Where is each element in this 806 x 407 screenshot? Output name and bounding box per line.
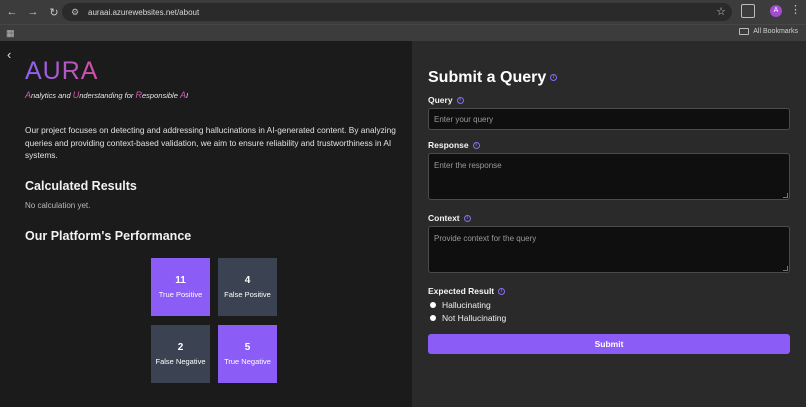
form-title-text: Submit a Query — [428, 69, 547, 86]
info-icon[interactable]: i — [472, 142, 480, 150]
query-label: Query i — [428, 95, 464, 105]
bookmarks-bar: ▦ All Bookmarks — [0, 24, 806, 41]
radio-hallucinating[interactable]: Hallucinating — [430, 300, 491, 310]
radio-label: Hallucinating — [442, 300, 491, 310]
radio-label: Not Hallucinating — [442, 313, 507, 323]
query-label-text: Query — [428, 95, 453, 105]
resize-handle-icon[interactable] — [783, 193, 788, 198]
tagline-word: nalytics and — [31, 91, 73, 100]
radio-not-hallucinating[interactable]: Not Hallucinating — [430, 313, 506, 323]
metric-value: 5 — [244, 342, 251, 353]
metric-tile-false-negative: 2 False Negative — [151, 325, 210, 383]
query-input[interactable]: Enter your query — [428, 108, 790, 130]
context-placeholder: Provide context for the query — [434, 234, 537, 243]
expected-label-text: Expected Result — [428, 286, 495, 296]
tagline-word: esponsible — [142, 91, 180, 100]
about-panel: ‹ AURA Analytics and Understanding for R… — [0, 41, 412, 407]
performance-heading: Our Platform's Performance — [25, 229, 192, 243]
info-icon[interactable]: i — [498, 288, 506, 296]
browser-menu-icon[interactable]: ⋮ — [790, 3, 801, 16]
tagline-word: I — [185, 91, 189, 100]
metric-value: 2 — [177, 342, 184, 353]
info-icon[interactable]: i — [456, 97, 464, 105]
query-placeholder: Enter your query — [434, 115, 494, 124]
all-bookmarks-label: All Bookmarks — [753, 28, 798, 35]
avatar[interactable]: A — [770, 5, 782, 17]
tagline-word: nderstanding for — [79, 91, 136, 100]
results-heading: Calculated Results — [25, 179, 137, 193]
radio-button[interactable] — [430, 315, 436, 321]
apps-grid-icon[interactable]: ▦ — [6, 28, 15, 39]
metric-value: 11 — [175, 275, 186, 286]
browser-toolbar: ← → ↻ ⚙ auraai.azurewebsites.net/about ☆… — [0, 0, 806, 24]
response-textarea[interactable]: Enter the response — [428, 153, 790, 200]
response-label: Response i — [428, 140, 480, 150]
metric-tile-true-positive: 11 True Positive — [151, 258, 210, 316]
resize-handle-icon[interactable] — [783, 266, 788, 271]
context-label: Context i — [428, 213, 471, 223]
extensions-icon[interactable] — [741, 4, 755, 18]
response-label-text: Response — [428, 140, 469, 150]
brand-logo: AURA — [25, 57, 99, 85]
about-description: Our project focuses on detecting and add… — [25, 125, 396, 160]
metric-label: True Negative — [224, 357, 271, 366]
url-text: auraai.azurewebsites.net/about — [88, 7, 200, 17]
expected-result-label: Expected Result i — [428, 286, 506, 296]
metric-tile-false-positive: 4 False Positive — [218, 258, 277, 316]
response-placeholder: Enter the response — [434, 161, 502, 170]
info-icon[interactable]: i — [550, 74, 558, 82]
context-label-text: Context — [428, 213, 460, 223]
metric-tile-true-negative: 5 True Negative — [218, 325, 277, 383]
form-title: Submit a Query i — [428, 69, 558, 87]
metric-label: False Positive — [224, 290, 271, 299]
metric-label: True Positive — [158, 290, 203, 299]
metric-label: False Negative — [155, 357, 206, 366]
info-icon[interactable]: i — [463, 215, 471, 223]
brand-tagline: Analytics and Understanding for Responsi… — [25, 90, 188, 100]
back-arrow-icon[interactable]: ← — [3, 3, 21, 21]
results-note: No calculation yet. — [25, 201, 91, 210]
site-settings-icon[interactable]: ⚙ — [68, 7, 82, 18]
folder-icon — [739, 28, 750, 35]
all-bookmarks-button[interactable]: All Bookmarks — [739, 28, 798, 35]
radio-button[interactable] — [430, 302, 436, 308]
forward-arrow-icon[interactable]: → — [24, 3, 42, 21]
reload-icon[interactable]: ↻ — [45, 3, 63, 21]
submit-button[interactable]: Submit — [428, 334, 790, 354]
chevron-left-icon[interactable]: ‹ — [7, 47, 11, 62]
bookmark-star-icon[interactable]: ☆ — [716, 5, 726, 18]
context-textarea[interactable]: Provide context for the query — [428, 226, 790, 273]
query-form-panel: Submit a Query i Query i Enter your query … — [412, 41, 806, 407]
address-bar[interactable]: ⚙ auraai.azurewebsites.net/about ☆ — [62, 3, 732, 21]
metric-value: 4 — [244, 275, 251, 286]
